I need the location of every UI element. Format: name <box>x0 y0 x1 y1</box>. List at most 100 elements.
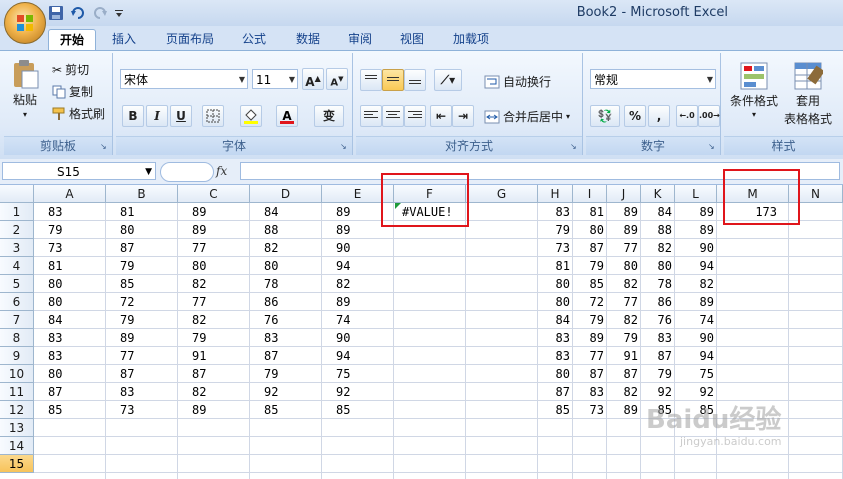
cell-d9[interactable]: 87 <box>250 347 322 365</box>
cell-c11[interactable]: 82 <box>178 383 250 401</box>
select-all-corner[interactable] <box>0 185 34 203</box>
cell-j7[interactable]: 82 <box>607 311 641 329</box>
row-header-12[interactable]: 12 <box>0 401 34 419</box>
column-header-b[interactable]: B <box>106 185 178 203</box>
cell-h12[interactable]: 85 <box>538 401 573 419</box>
cell-b12[interactable]: 73 <box>106 401 178 419</box>
cell-l5[interactable]: 82 <box>675 275 717 293</box>
column-header-a[interactable]: A <box>34 185 106 203</box>
cell-j12[interactable]: 89 <box>607 401 641 419</box>
cell-d4[interactable]: 80 <box>250 257 322 275</box>
cell-i7[interactable]: 79 <box>573 311 607 329</box>
cell-c10[interactable]: 87 <box>178 365 250 383</box>
cell-j10[interactable]: 87 <box>607 365 641 383</box>
cell-e10[interactable]: 75 <box>322 365 394 383</box>
font-name-select[interactable]: 宋体 ▼ <box>120 69 248 89</box>
cell-h10[interactable]: 80 <box>538 365 573 383</box>
cell-j3[interactable]: 77 <box>607 239 641 257</box>
tab-page-layout[interactable]: 页面布局 <box>160 29 220 49</box>
accounting-format-button[interactable]: 💱 <box>590 105 620 127</box>
cell-j11[interactable]: 82 <box>607 383 641 401</box>
column-header-j[interactable]: J <box>607 185 641 203</box>
undo-icon[interactable] <box>70 5 86 21</box>
office-button[interactable] <box>4 2 46 44</box>
cell-h4[interactable]: 81 <box>538 257 573 275</box>
cell-d6[interactable]: 86 <box>250 293 322 311</box>
row-header-7[interactable]: 7 <box>0 311 34 329</box>
cell-a11[interactable]: 87 <box>34 383 106 401</box>
cell-h11[interactable]: 87 <box>538 383 573 401</box>
cell-e6[interactable]: 89 <box>322 293 394 311</box>
cell-a7[interactable]: 84 <box>34 311 106 329</box>
row-header-5[interactable]: 5 <box>0 275 34 293</box>
cell-e7[interactable]: 74 <box>322 311 394 329</box>
cell-k7[interactable]: 76 <box>641 311 675 329</box>
worksheet-grid[interactable]: ABCDEFGHIJKLMN 1 2 3 4 5 6 7 8 9 10 11 12 13 14 15 83 8… <box>0 169 843 479</box>
row-header-4[interactable]: 4 <box>0 257 34 275</box>
cell-a3[interactable]: 73 <box>34 239 106 257</box>
cell-e4[interactable]: 94 <box>322 257 394 275</box>
shrink-font-button[interactable]: A▼ <box>326 68 348 90</box>
align-right-button[interactable] <box>404 105 426 127</box>
cell-d7[interactable]: 76 <box>250 311 322 329</box>
cell-b5[interactable]: 85 <box>106 275 178 293</box>
cell-l9[interactable]: 94 <box>675 347 717 365</box>
cell-j1[interactable]: 89 <box>607 203 641 221</box>
cell-h6[interactable]: 80 <box>538 293 573 311</box>
column-header-l[interactable]: L <box>675 185 717 203</box>
tab-formulas[interactable]: 公式 <box>236 29 272 49</box>
cell-c8[interactable]: 79 <box>178 329 250 347</box>
cell-e12[interactable]: 85 <box>322 401 394 419</box>
cell-a6[interactable]: 80 <box>34 293 106 311</box>
cell-d8[interactable]: 83 <box>250 329 322 347</box>
row-header-15[interactable]: 15 <box>0 455 34 473</box>
font-color-button[interactable]: A <box>276 105 298 127</box>
cell-c4[interactable]: 80 <box>178 257 250 275</box>
customize-qat-icon[interactable] <box>114 5 130 21</box>
column-header-d[interactable]: D <box>250 185 322 203</box>
format-painter-button[interactable]: 格式刷 <box>52 105 105 122</box>
align-left-button[interactable] <box>360 105 382 127</box>
increase-indent-button[interactable]: ⇥ <box>452 105 474 127</box>
row-header-8[interactable]: 8 <box>0 329 34 347</box>
cell-c9[interactable]: 91 <box>178 347 250 365</box>
cell-e11[interactable]: 92 <box>322 383 394 401</box>
row-header-3[interactable]: 3 <box>0 239 34 257</box>
cell-h9[interactable]: 83 <box>538 347 573 365</box>
cell-b11[interactable]: 83 <box>106 383 178 401</box>
cell-b6[interactable]: 72 <box>106 293 178 311</box>
align-center-button[interactable] <box>382 105 404 127</box>
cell-h3[interactable]: 73 <box>538 239 573 257</box>
underline-button[interactable]: U <box>170 105 192 127</box>
cell-j6[interactable]: 77 <box>607 293 641 311</box>
cell-b9[interactable]: 77 <box>106 347 178 365</box>
tab-data[interactable]: 数据 <box>290 29 326 49</box>
font-launcher-icon[interactable]: ↘ <box>340 142 350 152</box>
cell-k9[interactable]: 87 <box>641 347 675 365</box>
tab-view[interactable]: 视图 <box>394 29 430 49</box>
column-header-i[interactable]: I <box>573 185 607 203</box>
cell-h5[interactable]: 80 <box>538 275 573 293</box>
cell-c5[interactable]: 82 <box>178 275 250 293</box>
row-header-13[interactable]: 13 <box>0 419 34 437</box>
cell-l6[interactable]: 89 <box>675 293 717 311</box>
cell-b10[interactable]: 87 <box>106 365 178 383</box>
cell-e9[interactable]: 94 <box>322 347 394 365</box>
cell-l4[interactable]: 94 <box>675 257 717 275</box>
cell-c12[interactable]: 89 <box>178 401 250 419</box>
number-launcher-icon[interactable]: ↘ <box>708 142 718 152</box>
cell-k4[interactable]: 80 <box>641 257 675 275</box>
bold-button[interactable]: B <box>122 105 144 127</box>
number-format-select[interactable]: 常规 ▼ <box>590 69 716 89</box>
cell-j2[interactable]: 89 <box>607 221 641 239</box>
cell-c3[interactable]: 77 <box>178 239 250 257</box>
cell-k3[interactable]: 82 <box>641 239 675 257</box>
cell-d12[interactable]: 85 <box>250 401 322 419</box>
grow-font-button[interactable]: A▲ <box>302 68 324 90</box>
cell-b1[interactable]: 81 <box>106 203 178 221</box>
cell-i9[interactable]: 77 <box>573 347 607 365</box>
cell-d2[interactable]: 88 <box>250 221 322 239</box>
cell-l2[interactable]: 89 <box>675 221 717 239</box>
cell-l3[interactable]: 90 <box>675 239 717 257</box>
row-header-2[interactable]: 2 <box>0 221 34 239</box>
